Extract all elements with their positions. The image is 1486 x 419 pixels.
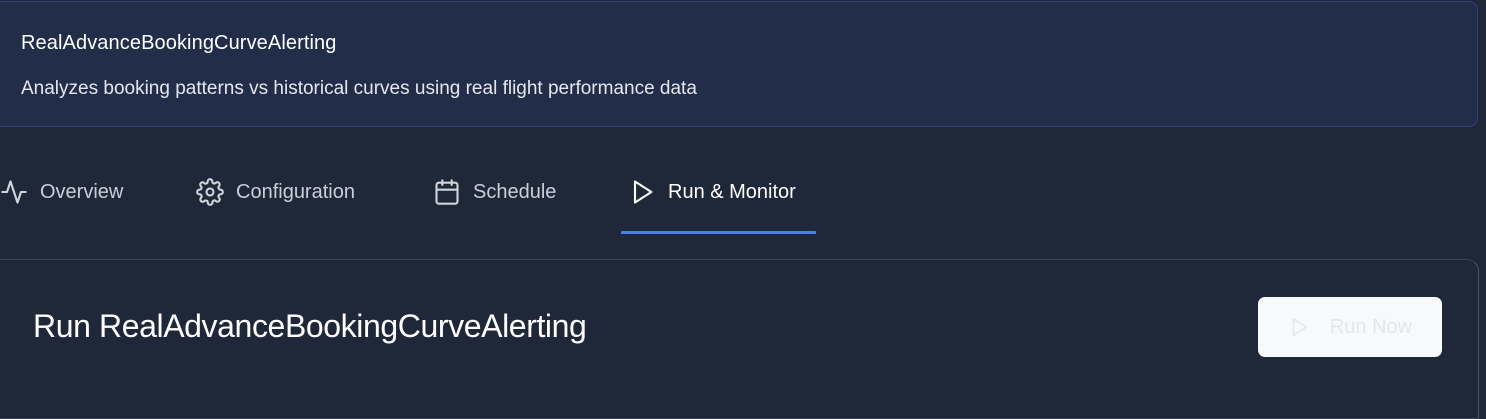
play-icon	[1288, 316, 1310, 338]
tab-bar: Overview Configuration Schedule Run & Mo…	[0, 158, 1486, 234]
play-icon	[628, 178, 656, 206]
gear-icon	[196, 178, 224, 206]
run-panel: Run RealAdvanceBookingCurveAlerting Run …	[0, 259, 1479, 419]
tab-run-monitor-label: Run & Monitor	[668, 181, 796, 203]
tab-schedule[interactable]: Schedule	[433, 158, 556, 234]
agent-header-card: RealAdvanceBookingCurveAlerting Analyzes…	[0, 1, 1478, 127]
agent-title: RealAdvanceBookingCurveAlerting	[21, 32, 337, 54]
tab-configuration-label: Configuration	[236, 181, 355, 203]
tab-schedule-label: Schedule	[473, 181, 557, 203]
run-panel-title: Run RealAdvanceBookingCurveAlerting	[33, 308, 587, 344]
run-now-button-label: Run Now	[1329, 315, 1413, 338]
tab-overview[interactable]: Overview	[0, 158, 123, 234]
active-tab-indicator	[621, 231, 816, 234]
tab-configuration[interactable]: Configuration	[196, 158, 355, 234]
calendar-icon	[433, 178, 461, 206]
tab-run-monitor[interactable]: Run & Monitor	[628, 158, 796, 234]
run-now-button[interactable]: Run Now	[1258, 297, 1442, 357]
activity-icon	[0, 178, 28, 206]
tab-overview-label: Overview	[40, 181, 124, 203]
agent-description: Analyzes booking patterns vs historical …	[21, 78, 697, 99]
